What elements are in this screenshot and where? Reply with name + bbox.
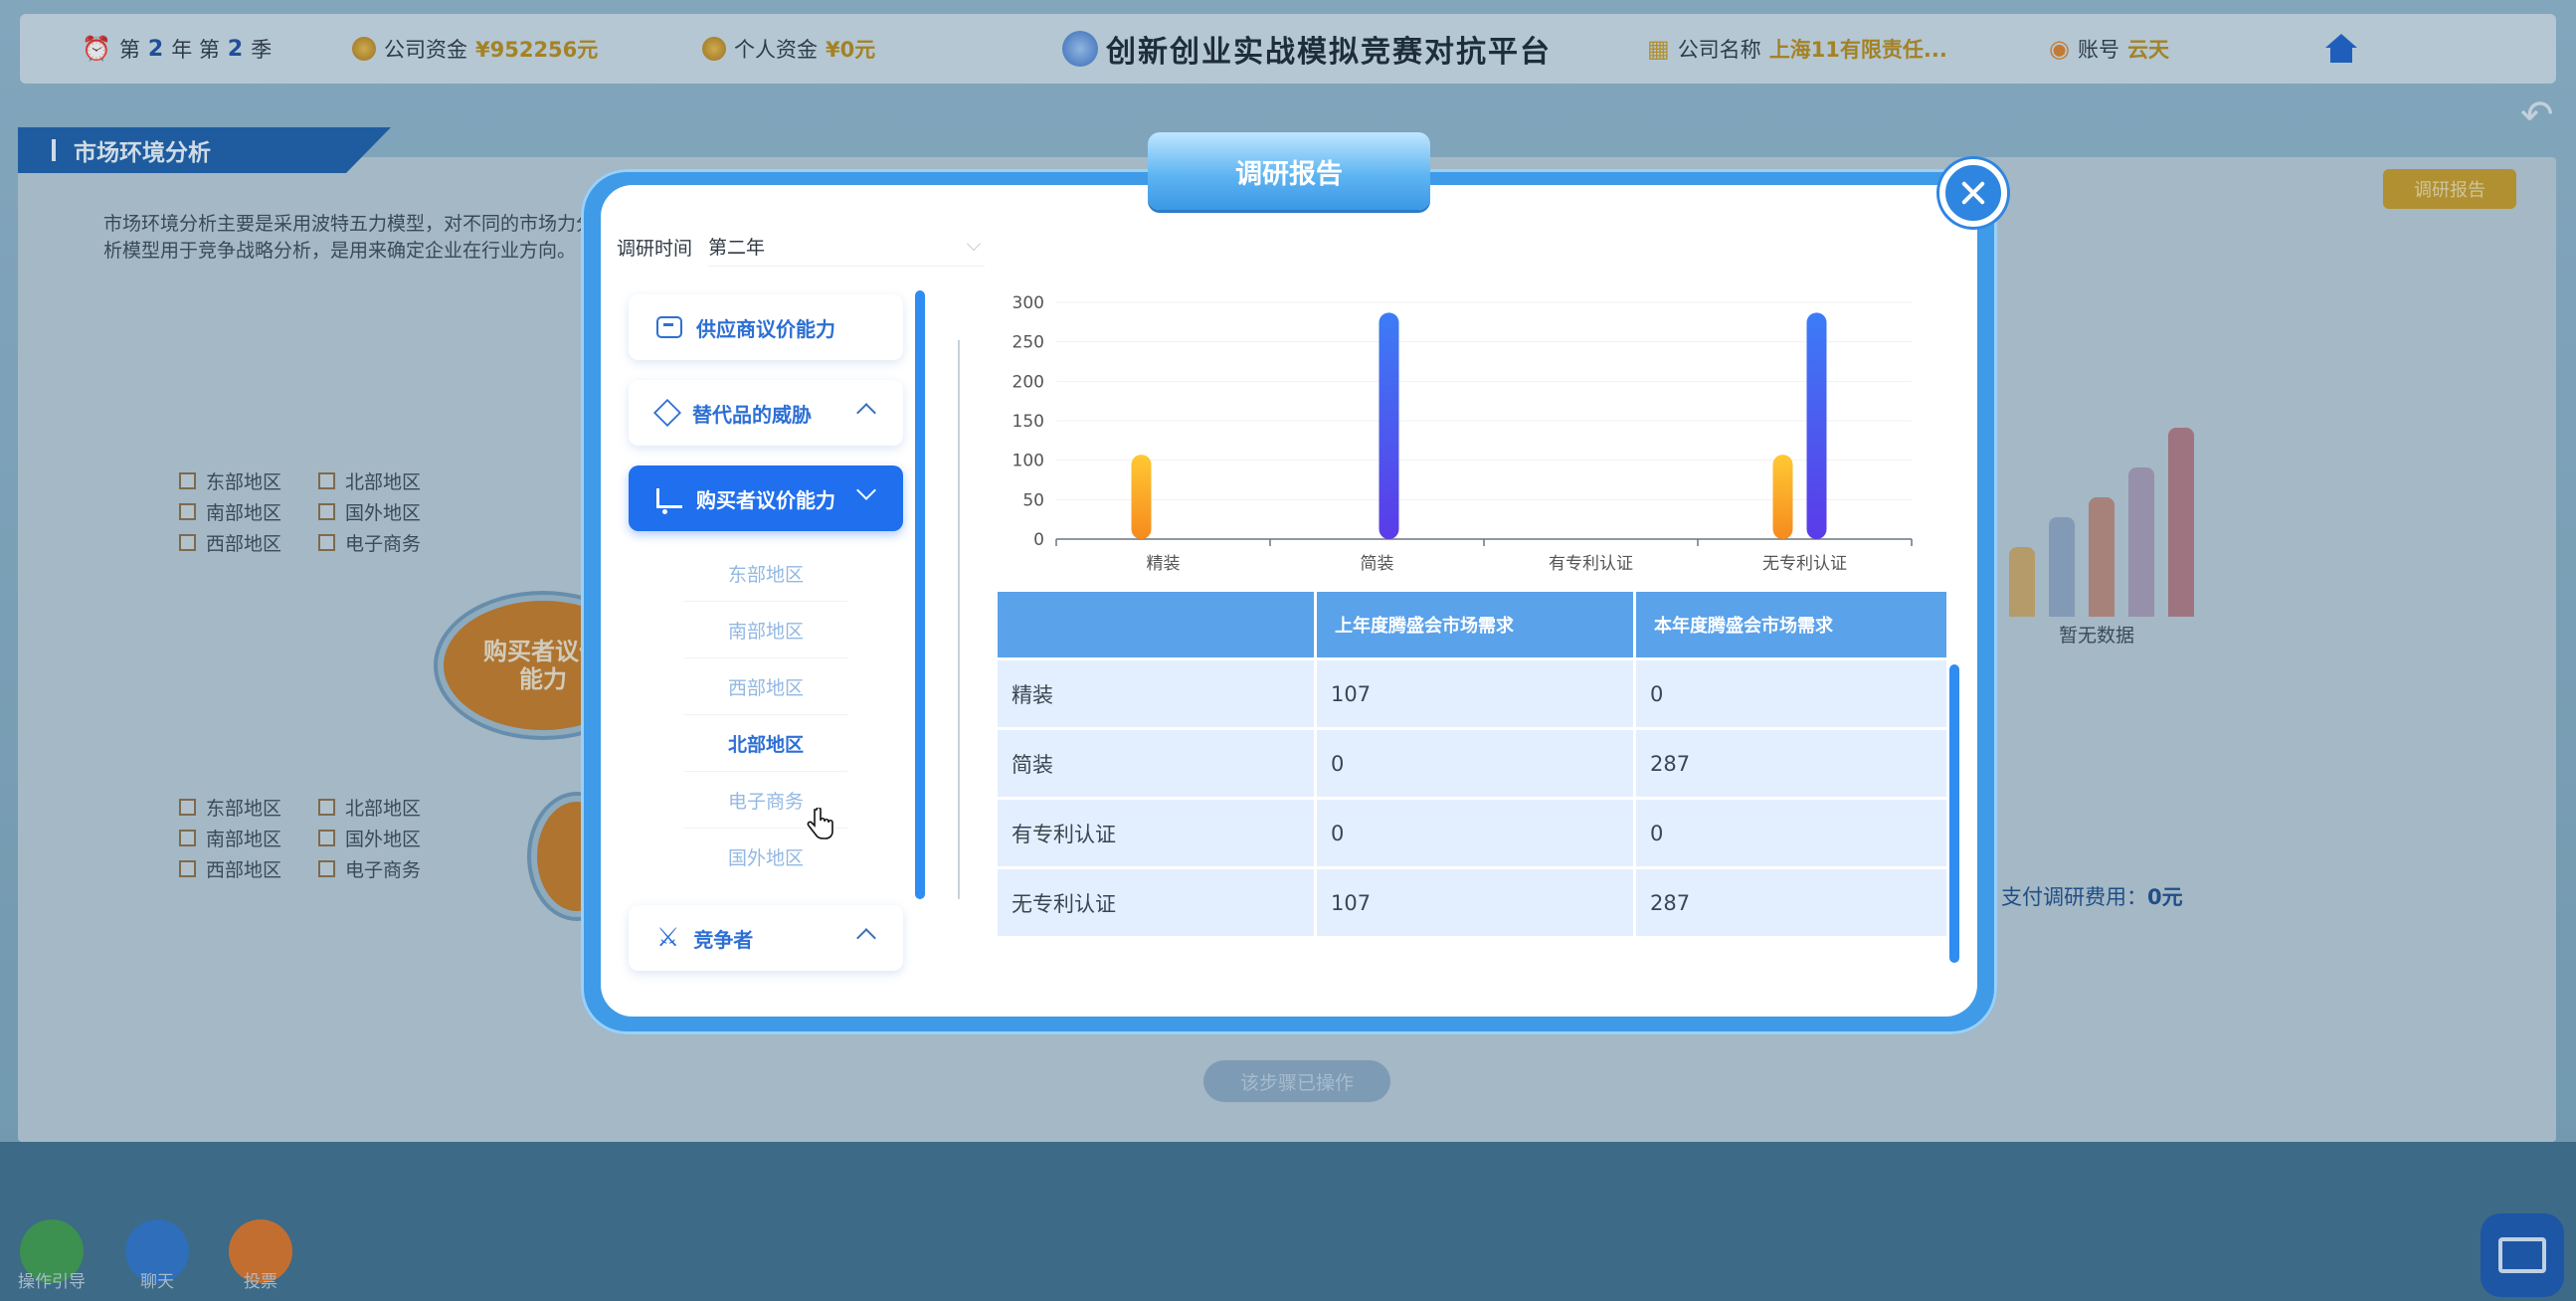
y-tick-label: 0 (1033, 530, 1044, 550)
nav-buyer[interactable]: 购买者议价能力 (629, 465, 903, 531)
chevron-down-icon (856, 480, 876, 500)
chart-bar (1772, 455, 1793, 539)
report-nav: 供应商议价能力 替代品的威胁 购买者议价能力 东部地区 南部地区 西部地区 北部… (629, 294, 903, 971)
table-scrollbar[interactable] (1949, 664, 1959, 963)
table-cell: 0 (1317, 800, 1633, 866)
sub-item-east[interactable]: 东部地区 (684, 545, 847, 602)
nav-competitor[interactable]: ⚔ 竞争者 (629, 905, 903, 971)
x-tick-label: 有专利认证 (1549, 554, 1633, 574)
chart-bar (1806, 312, 1827, 539)
table-cell: 无专利认证 (998, 869, 1314, 936)
table-cell: 简装 (998, 730, 1314, 797)
survey-time-label: 调研时间 (617, 237, 693, 260)
survey-time-value: 第二年 (708, 237, 766, 259)
nav-supplier[interactable]: 供应商议价能力 (629, 294, 903, 360)
chevron-up-icon (856, 403, 876, 423)
sub-item-south[interactable]: 南部地区 (684, 602, 847, 658)
cube-icon (652, 398, 682, 428)
table-cell: 287 (1636, 730, 1946, 797)
demand-bar-chart: 0 50 100 150 200 250 300 精装 简装 有专利认证 无专利认证 (1012, 293, 1913, 574)
buyer-sub-list: 东部地区 南部地区 西部地区 北部地区 电子商务 国外地区 (629, 531, 903, 885)
demand-table: 上年度腾盛会市场需求 本年度腾盛会市场需求 精装 107 0 简装 0 287 … (995, 589, 1949, 939)
x-tick-label: 精装 (1147, 554, 1181, 574)
survey-time-select[interactable]: 调研时间 第二年 (617, 227, 985, 267)
table-cell: 0 (1636, 660, 1946, 727)
table-header-row: 上年度腾盛会市场需求 本年度腾盛会市场需求 (998, 592, 1946, 657)
y-tick-label: 100 (1012, 452, 1044, 471)
x-tick-label: 无专利认证 (1762, 554, 1847, 574)
y-tick-label: 250 (1012, 333, 1044, 353)
table-cell: 107 (1317, 869, 1633, 936)
table-cell: 0 (1636, 800, 1946, 866)
table-cell: 287 (1636, 869, 1946, 936)
table-header: 本年度腾盛会市场需求 (1636, 592, 1946, 657)
table-header: 上年度腾盛会市场需求 (1317, 592, 1633, 657)
nav-substitute[interactable]: 替代品的威胁 (629, 380, 903, 446)
table-row: 精装 107 0 (998, 660, 1946, 727)
modal-title: 调研报告 (1148, 132, 1430, 210)
table-row: 无专利认证 107 287 (998, 869, 1946, 936)
table-cell: 精装 (998, 660, 1314, 727)
table-cell: 0 (1317, 730, 1633, 797)
chevron-down-icon (966, 236, 982, 251)
cart-icon (656, 488, 682, 515)
close-button[interactable] (1939, 159, 2007, 227)
sub-item-north[interactable]: 北部地区 (684, 715, 847, 772)
survey-time-dropdown[interactable]: 第二年 (708, 227, 985, 267)
chart-bar (1131, 455, 1152, 539)
y-tick-label: 50 (1022, 490, 1044, 510)
y-tick-label: 150 (1012, 412, 1044, 432)
chevron-up-icon (856, 928, 876, 948)
table-row: 简装 0 287 (998, 730, 1946, 797)
sub-item-west[interactable]: 西部地区 (684, 658, 847, 715)
divider (958, 340, 960, 899)
y-tick-label: 200 (1012, 372, 1044, 392)
table-cell: 有专利认证 (998, 800, 1314, 866)
hand-cursor-icon (807, 808, 833, 839)
table-row: 有专利认证 0 0 (998, 800, 1946, 866)
box-icon (656, 316, 682, 338)
y-tick-label: 300 (1012, 293, 1044, 313)
x-tick-label: 简装 (1361, 554, 1394, 574)
swords-icon: ⚔ (656, 923, 680, 953)
table-cell: 107 (1317, 660, 1633, 727)
nav-scrollbar[interactable] (915, 290, 925, 899)
chart-bar (1379, 312, 1399, 539)
table-header (998, 592, 1314, 657)
